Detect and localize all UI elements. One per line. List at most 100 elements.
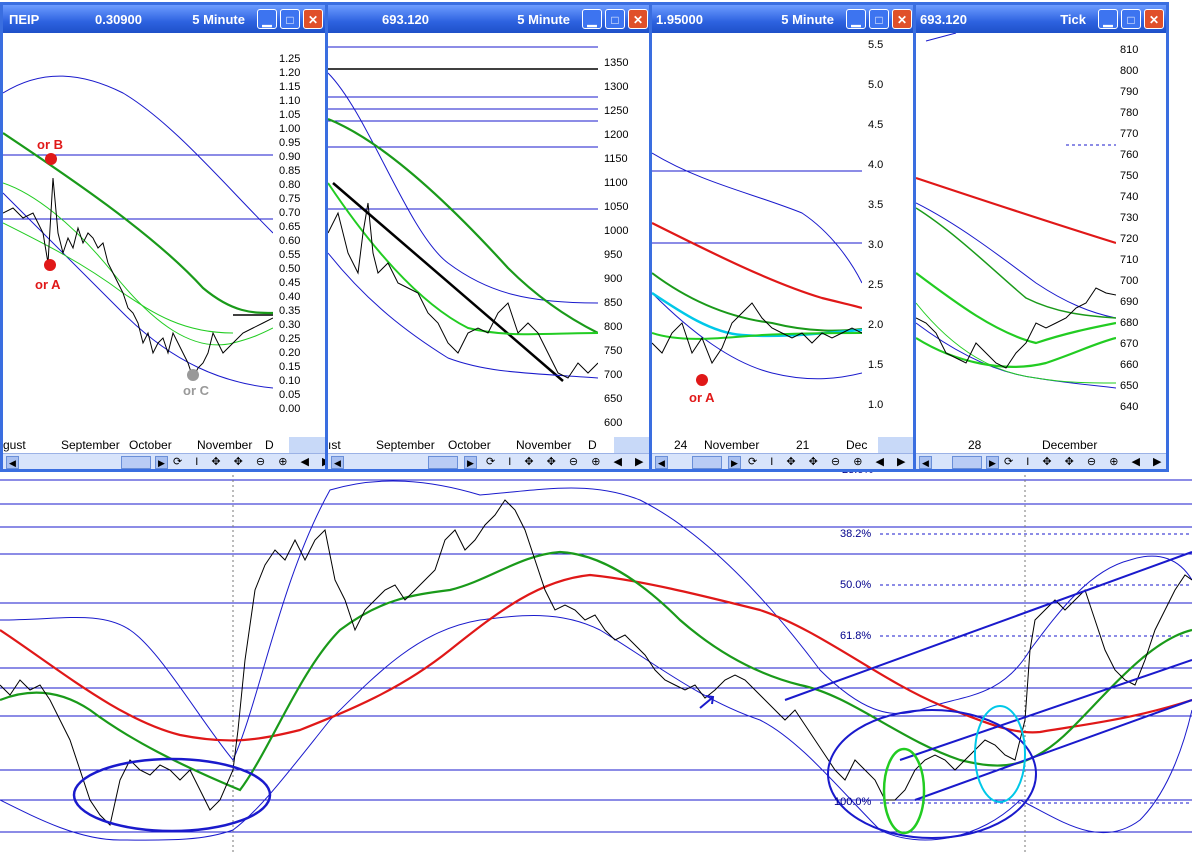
scale-label: 1200 bbox=[604, 129, 629, 141]
scale-label: 1300 bbox=[604, 81, 629, 93]
scale-label: 0.35 bbox=[279, 305, 301, 317]
window-titlebar[interactable]: ΠΕΙΡ 0.30900 5 Minute ▁ □ ✕ bbox=[3, 5, 325, 33]
close-icon[interactable]: ✕ bbox=[628, 9, 648, 29]
close-icon[interactable]: ✕ bbox=[303, 9, 323, 29]
scale-label: 0.95 bbox=[279, 137, 301, 149]
scroll-left-icon[interactable]: ◀ bbox=[6, 456, 19, 469]
scale-label: 1.15 bbox=[279, 81, 301, 93]
chart-plot[interactable]: or B or A or C bbox=[3, 33, 273, 429]
scale-label: 1250 bbox=[604, 105, 629, 117]
window-titlebar[interactable]: 693.120 Tick ▁ □ ✕ bbox=[916, 5, 1166, 33]
time-label: November bbox=[704, 438, 760, 452]
scale-label: 0.40 bbox=[279, 291, 301, 303]
chart-plot[interactable]: or A bbox=[652, 33, 862, 429]
scroll-thumb[interactable] bbox=[952, 456, 982, 469]
close-icon[interactable]: ✕ bbox=[1144, 9, 1164, 29]
minimize-icon[interactable]: ▁ bbox=[846, 9, 866, 29]
main-chart[interactable] bbox=[0, 470, 1192, 852]
time-label: D bbox=[588, 438, 597, 452]
minimize-icon[interactable]: ▁ bbox=[582, 9, 602, 29]
scale-label: 600 bbox=[604, 417, 623, 429]
scroll-thumb[interactable] bbox=[428, 456, 458, 469]
chart-plot[interactable] bbox=[328, 33, 598, 429]
highlight-ellipse-right bbox=[827, 709, 1037, 839]
window-timeframe: 5 Minute bbox=[781, 12, 834, 27]
scale-label: 4.5 bbox=[868, 119, 884, 131]
scale-label: 670 bbox=[1120, 338, 1139, 350]
scroll-right-icon[interactable]: ▶ bbox=[728, 456, 741, 469]
time-label: 24 bbox=[674, 438, 688, 452]
window-timeframe: 5 Minute bbox=[517, 12, 570, 27]
scale-label: 640 bbox=[1120, 401, 1139, 413]
window-titlebar[interactable]: 693.120 5 Minute ▁ □ ✕ bbox=[328, 5, 650, 33]
corner-box bbox=[878, 437, 914, 453]
scale-label: 0.10 bbox=[279, 375, 301, 387]
window-price: 0.30900 bbox=[95, 12, 142, 27]
time-label: November bbox=[197, 438, 253, 452]
scale-label: 0.60 bbox=[279, 235, 301, 247]
chart-scrollbar[interactable]: ◀ ▶ ⟳ I ✥ ✥ ⊖ ⊕ ◀ ▶ ▤ bbox=[328, 453, 650, 469]
scale-label: 0.20 bbox=[279, 347, 301, 359]
scale-label: 0.55 bbox=[279, 249, 301, 261]
time-label: 28 bbox=[968, 438, 982, 452]
chart-toolbar[interactable]: ⟳ I ✥ ✥ ⊖ ⊕ ◀ ▶ ▤ bbox=[173, 455, 325, 468]
chart-toolbar[interactable]: ⟳ I ✥ ✥ ⊖ ⊕ ◀ ▶ ▤ bbox=[1004, 455, 1166, 468]
window-symbol: ΠΕΙΡ bbox=[9, 12, 40, 27]
scale-label: 0.75 bbox=[279, 193, 301, 205]
scroll-left-icon[interactable]: ◀ bbox=[919, 456, 932, 469]
chart-scrollbar[interactable]: ◀ ▶ ⟳ I ✥ ✥ ⊖ ⊕ ◀ ▶ ▤ bbox=[652, 453, 914, 469]
scale-label: 0.85 bbox=[279, 165, 301, 177]
scroll-thumb[interactable] bbox=[692, 456, 722, 469]
close-icon[interactable]: ✕ bbox=[892, 9, 912, 29]
time-label: gust bbox=[3, 438, 26, 452]
scale-label: 750 bbox=[604, 345, 623, 357]
chart-window-1[interactable]: ΠΕΙΡ 0.30900 5 Minute ▁ □ ✕ or B or A or… bbox=[0, 2, 328, 472]
scale-label: 5.0 bbox=[868, 79, 884, 91]
scale-label: 650 bbox=[1120, 380, 1139, 392]
maximize-icon[interactable]: □ bbox=[605, 9, 625, 29]
corner-box bbox=[614, 437, 650, 453]
scale-label: 0.70 bbox=[279, 207, 301, 219]
minimize-icon[interactable]: ▁ bbox=[257, 9, 277, 29]
chart-scrollbar[interactable]: ◀ ▶ ⟳ I ✥ ✥ ⊖ ⊕ ◀ ▶ ▤ bbox=[3, 453, 325, 469]
bollinger-upper bbox=[0, 480, 1192, 761]
scale-label: 690 bbox=[1120, 296, 1139, 308]
chart-window-3[interactable]: 1.95000 5 Minute ▁ □ ✕ or A 5.5 5.0 4.5 … bbox=[649, 2, 917, 472]
price-scale: 5.5 5.0 4.5 4.0 3.5 3.0 2.5 2.0 1.5 1.0 bbox=[864, 33, 914, 433]
scale-label: 2.0 bbox=[868, 319, 884, 331]
scale-label: 770 bbox=[1120, 128, 1139, 140]
window-titlebar[interactable]: 1.95000 5 Minute ▁ □ ✕ bbox=[652, 5, 914, 33]
chart-scrollbar[interactable]: ◀ ▶ ⟳ I ✥ ✥ ⊖ ⊕ ◀ ▶ ▤ bbox=[916, 453, 1166, 469]
time-axis: gust September October November D bbox=[3, 437, 325, 453]
chart-window-2[interactable]: 693.120 5 Minute ▁ □ ✕ 1350 1300 1250 12… bbox=[325, 2, 653, 472]
time-label: ıst bbox=[328, 438, 341, 452]
scroll-right-icon[interactable]: ▶ bbox=[155, 456, 168, 469]
fib-label-50: 50.0% bbox=[840, 579, 872, 591]
maximize-icon[interactable]: □ bbox=[1121, 9, 1141, 29]
chart-toolbar[interactable]: ⟳ I ✥ ✥ ⊖ ⊕ ◀ ▶ ▤ bbox=[486, 455, 650, 468]
scale-label: 1.0 bbox=[868, 399, 884, 411]
time-label: October bbox=[448, 438, 491, 452]
scale-label: 680 bbox=[1120, 317, 1139, 329]
maximize-icon[interactable]: □ bbox=[280, 9, 300, 29]
scroll-left-icon[interactable]: ◀ bbox=[655, 456, 668, 469]
window-price: 693.120 bbox=[382, 12, 429, 27]
maximize-icon[interactable]: □ bbox=[869, 9, 889, 29]
scale-label: 800 bbox=[1120, 65, 1139, 77]
scroll-left-icon[interactable]: ◀ bbox=[331, 456, 344, 469]
scale-label: 0.05 bbox=[279, 389, 301, 401]
scale-label: 3.5 bbox=[868, 199, 884, 211]
price-scale: 1.25 1.20 1.15 1.10 1.05 1.00 0.95 0.90 … bbox=[275, 33, 325, 433]
bollinger-lower bbox=[0, 615, 1192, 841]
time-label: 21 bbox=[796, 438, 810, 452]
chart-toolbar[interactable]: ⟳ I ✥ ✥ ⊖ ⊕ ◀ ▶ ▤ bbox=[748, 455, 914, 468]
minimize-icon[interactable]: ▁ bbox=[1098, 9, 1118, 29]
scroll-right-icon[interactable]: ▶ bbox=[986, 456, 999, 469]
scroll-right-icon[interactable]: ▶ bbox=[464, 456, 477, 469]
scale-label: 1350 bbox=[604, 57, 629, 69]
chart-window-4[interactable]: 693.120 Tick ▁ □ ✕ 810 800 790 780 770 7… bbox=[913, 2, 1169, 472]
chart-plot[interactable] bbox=[916, 33, 1116, 429]
scroll-thumb[interactable] bbox=[121, 456, 151, 469]
scale-label: 0.90 bbox=[279, 151, 301, 163]
annotation-or-a: or A bbox=[35, 277, 61, 292]
